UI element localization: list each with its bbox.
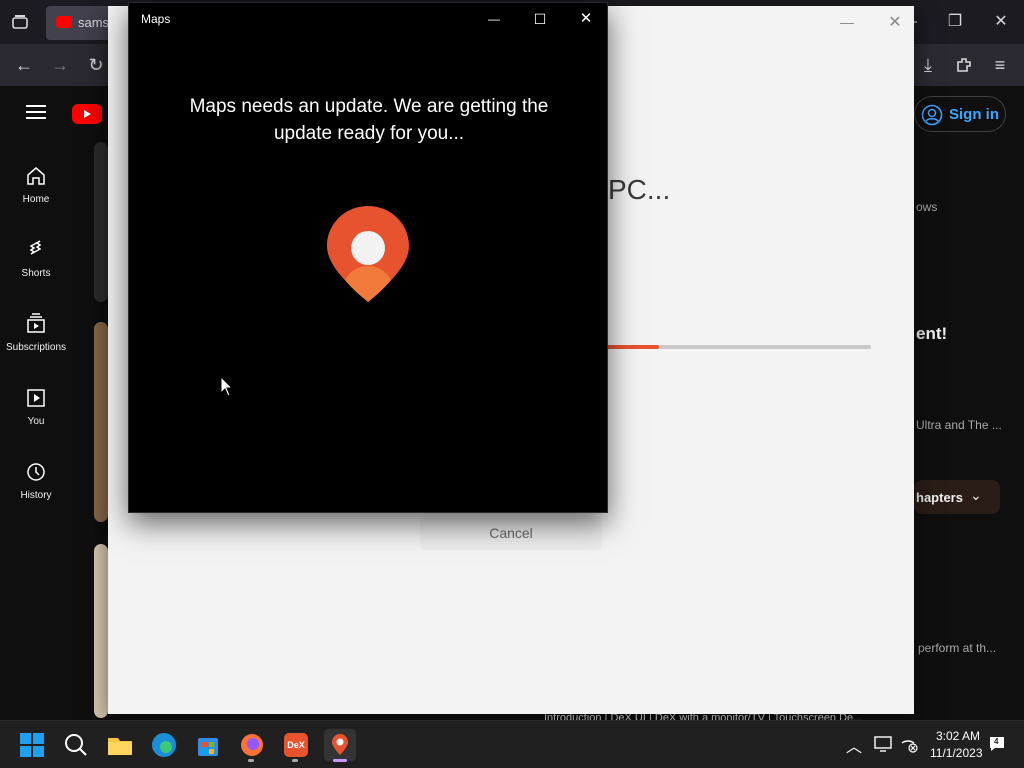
menu-icon[interactable]: ≡	[984, 49, 1016, 81]
video-meta-text: ows	[916, 200, 938, 214]
maps-pin-icon	[327, 206, 409, 302]
store-heading: PC...	[608, 174, 671, 205]
maps-window-title: Maps	[141, 12, 171, 26]
start-windows-icon[interactable]	[16, 729, 48, 761]
sidebar-item-home[interactable]: Home	[0, 164, 72, 205]
sidebar-item-shorts[interactable]: Shorts	[0, 238, 72, 279]
edge-browser-icon[interactable]	[148, 729, 180, 761]
sidebar-item-label: Subscriptions	[5, 342, 67, 353]
maps-close-button[interactable]: ✕	[569, 7, 603, 31]
sidebar-item-label: You	[27, 416, 45, 427]
maps-minimize-button[interactable]: —	[477, 7, 511, 31]
sidebar-item-label: History	[20, 490, 52, 501]
account-icon	[921, 104, 943, 126]
you-icon	[27, 389, 45, 407]
taskbar: DeX ︿ 3:02 AM 11/1/2023 4	[0, 720, 1024, 768]
sidebar-item-history[interactable]: History	[0, 460, 72, 501]
sign-in-button[interactable]: Sign in	[914, 96, 1006, 132]
store-minimize-button[interactable]: —	[832, 14, 862, 30]
dex-label: DeX	[284, 733, 308, 757]
chapters-label: hapters	[916, 490, 963, 505]
video-thumbnail[interactable]	[94, 322, 108, 522]
mouse-cursor-icon	[220, 376, 234, 397]
forward-icon[interactable]: →	[44, 49, 76, 81]
cancel-button[interactable]: Cancel	[420, 516, 602, 550]
video-meta-text: Ultra and The ...	[916, 418, 1002, 432]
firefox-icon[interactable]	[236, 729, 268, 762]
show-hidden-icons-icon[interactable]: ︿	[846, 733, 862, 757]
downloads-icon[interactable]: ⤓	[912, 49, 944, 81]
display-icon[interactable]	[874, 735, 892, 753]
sidebar-item-label: Home	[22, 194, 50, 205]
update-message: Maps needs an update. We are getting the…	[189, 96, 549, 144]
sidebar-item-you[interactable]: You	[0, 386, 72, 427]
video-thumbnail[interactable]	[94, 142, 108, 302]
notification-center-icon[interactable]: 4	[988, 735, 1006, 753]
browser-close-button[interactable]: ✕	[978, 0, 1024, 44]
app-active-indicator	[333, 759, 347, 762]
maps-taskbar-icon[interactable]	[324, 729, 356, 762]
dex-app-icon[interactable]: DeX	[280, 729, 312, 762]
app-running-indicator	[248, 759, 254, 762]
app-running-indicator	[292, 759, 298, 762]
file-explorer-icon[interactable]	[104, 729, 136, 761]
cancel-label: Cancel	[489, 525, 533, 541]
youtube-favicon-icon	[56, 16, 72, 28]
sidebar-item-subscriptions[interactable]: Subscriptions	[0, 312, 72, 353]
video-meta-text: perform at th...	[918, 641, 997, 655]
maps-window: Maps — ☐ ✕ Maps needs an update. We are …	[128, 2, 608, 513]
chapters-button[interactable]: hapters ⌄	[914, 480, 1000, 514]
sign-in-label: Sign in	[949, 106, 999, 123]
sidebar-item-label: Shorts	[21, 268, 51, 279]
home-icon	[27, 167, 45, 185]
browser-tab[interactable]: samsu	[46, 6, 116, 40]
shorts-icon	[29, 240, 42, 255]
search-icon[interactable]	[60, 729, 92, 761]
network-disconnected-icon[interactable]	[900, 735, 918, 753]
browser-maximize-button[interactable]: ❐	[932, 0, 978, 44]
notification-count: 4	[994, 737, 999, 746]
clock-time[interactable]: 3:02 AM	[936, 729, 980, 743]
hamburger-menu-icon[interactable]	[26, 104, 46, 120]
extensions-icon[interactable]	[954, 55, 974, 75]
back-icon[interactable]: ←	[8, 49, 40, 81]
update-progress-fill	[606, 345, 659, 349]
maps-maximize-button[interactable]: ☐	[523, 7, 557, 31]
video-thumbnail[interactable]	[94, 544, 108, 718]
tab-list-icon[interactable]	[10, 12, 30, 32]
update-progress-bar	[606, 345, 871, 349]
chevron-down-icon: ⌄	[970, 487, 982, 503]
store-close-button[interactable]: ✕	[880, 12, 910, 32]
clock-date[interactable]: 11/1/2023	[930, 746, 983, 760]
youtube-logo-icon[interactable]	[72, 104, 102, 124]
subscriptions-icon	[27, 313, 45, 333]
video-title-text[interactable]: ent!	[916, 324, 947, 344]
history-icon	[27, 463, 45, 481]
microsoft-store-icon[interactable]	[192, 729, 224, 761]
